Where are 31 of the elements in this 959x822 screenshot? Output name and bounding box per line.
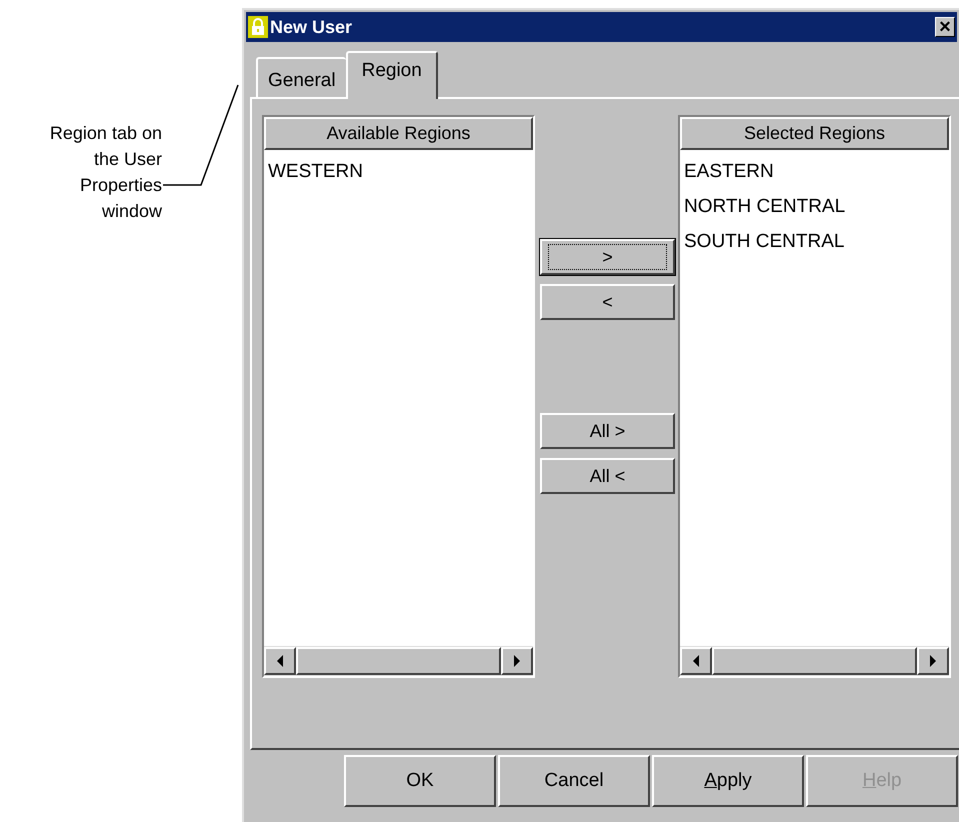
- scroll-left-button[interactable]: [264, 647, 296, 675]
- tab[interactable]: General: [256, 57, 346, 97]
- list-item[interactable]: SOUTH CENTRAL: [684, 224, 844, 259]
- padlock-icon: [248, 16, 268, 38]
- left-triangle-icon: [692, 655, 700, 667]
- move-button[interactable]: All <: [540, 458, 675, 494]
- column-header[interactable]: Available Regions: [264, 117, 533, 150]
- scrollbar-thumb[interactable]: [712, 647, 917, 675]
- scroll-left-button[interactable]: [680, 647, 712, 675]
- horizontal-scrollbar[interactable]: [264, 646, 533, 676]
- close-button[interactable]: ×: [935, 17, 955, 37]
- annotation-text: Region tab on the User Properties window: [48, 122, 162, 223]
- horizontal-scrollbar[interactable]: [680, 646, 949, 676]
- column-header[interactable]: Selected Regions: [680, 117, 949, 150]
- list-item[interactable]: EASTERN: [684, 154, 774, 189]
- move-button[interactable]: All >: [540, 413, 675, 449]
- list-item[interactable]: NORTH CENTRAL: [684, 189, 846, 224]
- tab[interactable]: Region: [346, 51, 438, 99]
- window-title: New User: [270, 16, 354, 38]
- right-triangle-icon: [929, 655, 937, 667]
- scrollbar-thumb[interactable]: [296, 647, 501, 675]
- move-button[interactable]: >: [540, 239, 675, 275]
- move-button[interactable]: <: [540, 284, 675, 320]
- list-item[interactable]: WESTERN: [268, 154, 363, 189]
- scroll-right-button[interactable]: [917, 647, 949, 675]
- dialog-button[interactable]: OK: [344, 755, 496, 807]
- dialog-button[interactable]: Apply: [652, 755, 804, 807]
- dialog-button[interactable]: Cancel: [498, 755, 650, 807]
- right-triangle-icon: [513, 655, 521, 667]
- scroll-right-button[interactable]: [501, 647, 533, 675]
- left-triangle-icon: [276, 655, 284, 667]
